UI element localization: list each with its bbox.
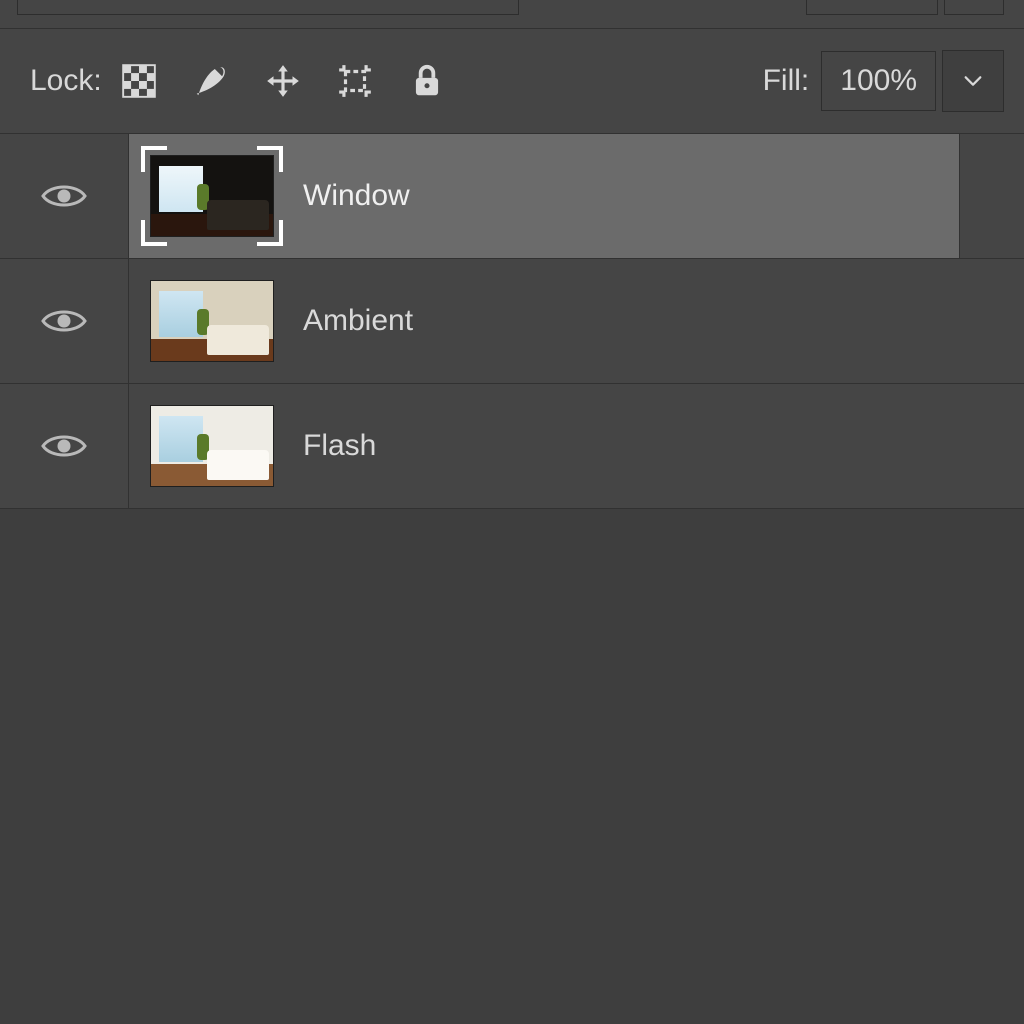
layer-list: Window Ambient Flash — [0, 134, 1024, 509]
opacity-dropdown-stub[interactable] — [944, 0, 1004, 15]
layer-name[interactable]: Window — [303, 179, 410, 213]
blend-mode-field-stub[interactable] — [17, 0, 519, 15]
lock-transparency-icon[interactable] — [120, 62, 158, 100]
fill-value-field[interactable]: 100% — [821, 51, 936, 111]
lock-artboard-icon[interactable] — [336, 62, 374, 100]
layers-panel: Lock: — [0, 0, 1024, 1024]
fill-dropdown-button[interactable] — [942, 50, 1004, 112]
layer-row-body[interactable]: Flash — [129, 384, 960, 508]
row-endcap — [960, 259, 1024, 383]
layer-name[interactable]: Flash — [303, 429, 376, 463]
layer-row[interactable]: Flash — [0, 384, 1024, 509]
lock-label: Lock: — [30, 64, 102, 98]
lock-pixels-icon[interactable] — [192, 62, 230, 100]
lock-fill-toolbar: Lock: — [0, 28, 1024, 134]
layer-thumbnail[interactable] — [147, 152, 277, 240]
layer-thumbnail[interactable] — [147, 402, 277, 490]
layers-empty-area — [0, 509, 1024, 1024]
layer-row-body[interactable]: Window — [129, 134, 959, 258]
lock-position-icon[interactable] — [264, 62, 302, 100]
panel-header-stub — [0, 0, 1024, 28]
layer-thumbnail[interactable] — [147, 277, 277, 365]
layer-row[interactable]: Window — [0, 134, 1024, 259]
lock-all-icon[interactable] — [408, 62, 446, 100]
layer-name[interactable]: Ambient — [303, 304, 413, 338]
visibility-eye-icon[interactable] — [0, 384, 129, 508]
visibility-eye-icon[interactable] — [0, 259, 129, 383]
layer-row[interactable]: Ambient — [0, 259, 1024, 384]
visibility-eye-icon[interactable] — [0, 134, 129, 258]
opacity-field-stub[interactable] — [806, 0, 938, 15]
layer-row-body[interactable]: Ambient — [129, 259, 960, 383]
fill-label: Fill: — [763, 64, 810, 98]
row-endcap — [959, 134, 1024, 258]
lock-buttons — [120, 62, 446, 100]
row-endcap — [960, 384, 1024, 508]
